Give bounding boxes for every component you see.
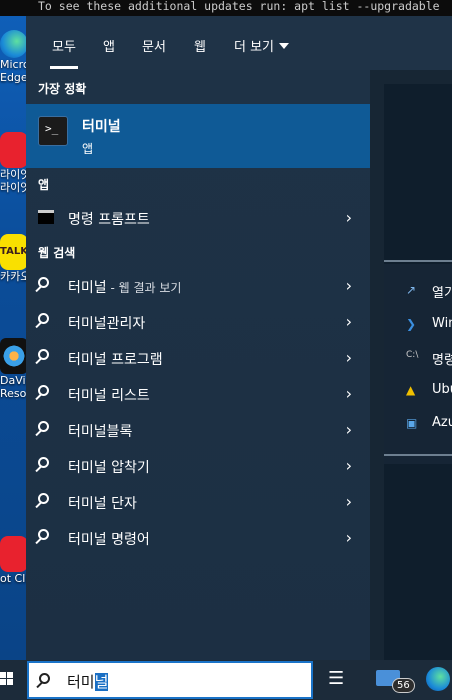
web-result[interactable]: 터미널 프로그램 › bbox=[26, 340, 370, 374]
chevron-right-icon[interactable]: › bbox=[346, 348, 352, 367]
app-label: 명령 프롬프트 bbox=[68, 212, 150, 228]
taskbar: 터미널 ☰ bbox=[0, 660, 452, 700]
action-open[interactable]: ↗ 열기 bbox=[406, 282, 452, 301]
riot-client-icon bbox=[0, 536, 28, 572]
best-match-subtitle: 앱 bbox=[82, 142, 94, 156]
tab-more[interactable]: 더 보기 bbox=[234, 36, 290, 55]
search-icon bbox=[38, 529, 49, 540]
chevron-right-icon[interactable]: › bbox=[346, 492, 352, 511]
search-icon bbox=[38, 421, 49, 432]
web-result[interactable]: 터미널 명령어 › bbox=[26, 520, 370, 554]
web-result-label: 터미널 압착기 bbox=[68, 460, 150, 476]
web-result-label: 터미널 명령어 bbox=[68, 532, 150, 548]
powershell-icon: ❯ bbox=[406, 317, 417, 331]
web-result-label: 터미널관리자 bbox=[68, 316, 146, 332]
azure-cloud-shell-icon: ▣ bbox=[406, 416, 418, 430]
web-result[interactable]: 터미널 단자 › bbox=[26, 484, 370, 518]
cmd-icon bbox=[38, 210, 54, 224]
web-result[interactable]: 터미널 - 웹 결과 보기 › bbox=[26, 268, 370, 302]
best-match-title: 터미널 bbox=[82, 119, 121, 135]
web-result-suffix: - 웹 결과 보기 bbox=[106, 281, 182, 295]
chevron-down-icon bbox=[279, 43, 290, 49]
search-icon bbox=[38, 457, 49, 468]
chevron-right-icon[interactable]: › bbox=[346, 276, 352, 295]
web-result-label: 터미널 bbox=[68, 280, 107, 296]
action-azure[interactable]: ▣ Azu bbox=[406, 415, 452, 430]
search-icon bbox=[39, 673, 50, 684]
edge-icon[interactable] bbox=[426, 667, 450, 691]
kakaotalk-icon: TALK bbox=[0, 234, 28, 270]
tab-more-label: 더 보기 bbox=[234, 40, 275, 55]
divider bbox=[384, 260, 452, 262]
chevron-right-icon[interactable]: › bbox=[346, 208, 352, 227]
chevron-right-icon[interactable]: › bbox=[346, 528, 352, 547]
section-web-search: 웹 검색 bbox=[38, 246, 76, 260]
search-tabs: 모두 앱 문서 웹 더 보기 bbox=[26, 16, 452, 70]
web-result-label: 터미널 리스트 bbox=[68, 388, 150, 404]
section-best-match: 가장 정확 bbox=[38, 82, 87, 96]
davinci-resolve-icon bbox=[0, 338, 28, 374]
best-match-terminal[interactable]: >_ 터미널 앱 bbox=[26, 104, 370, 168]
terminal-output: To see these additional updates run: apt… bbox=[0, 0, 452, 16]
search-query[interactable]: 터미널 bbox=[67, 671, 109, 692]
web-result-label: 터미널 단자 bbox=[68, 496, 137, 512]
terminal-text: To see these additional updates run: apt… bbox=[38, 0, 440, 13]
web-result[interactable]: 터미널관리자 › bbox=[26, 304, 370, 338]
web-result[interactable]: 터미널블록 › bbox=[26, 412, 370, 446]
search-icon bbox=[38, 277, 49, 288]
section-apps: 앱 bbox=[38, 178, 50, 192]
preview-pane: ↗열기 ❯Win C:\명령 ▲Ubu ▣Azu bbox=[370, 70, 452, 662]
mail-badge: 56 bbox=[392, 678, 415, 693]
chevron-right-icon[interactable]: › bbox=[346, 456, 352, 475]
tab-documents[interactable]: 문서 bbox=[142, 36, 166, 55]
taskbar-search-input[interactable]: 터미널 bbox=[27, 661, 313, 699]
chevron-right-icon[interactable]: › bbox=[346, 312, 352, 331]
divider bbox=[384, 454, 452, 456]
web-result[interactable]: 터미널 리스트 › bbox=[26, 376, 370, 410]
search-icon bbox=[38, 385, 49, 396]
action-command-prompt[interactable]: C:\ 명령 bbox=[406, 349, 452, 368]
search-icon bbox=[38, 349, 49, 360]
web-result-label: 터미널 프로그램 bbox=[68, 352, 163, 368]
web-result-label: 터미널블록 bbox=[68, 424, 133, 440]
tab-apps[interactable]: 앱 bbox=[103, 36, 115, 55]
windows-start-icon[interactable] bbox=[0, 672, 13, 686]
results-panel: 가장 정확 >_ 터미널 앱 앱 명령 프롬프트 › 웹 검색 터미널 - 웹 … bbox=[26, 70, 370, 660]
cmd-icon: C:\ bbox=[406, 350, 419, 360]
linux-icon: ▲ bbox=[406, 383, 416, 397]
task-view-icon[interactable]: ☰ bbox=[328, 668, 344, 689]
edge-icon bbox=[0, 30, 28, 58]
search-flyout: 모두 앱 문서 웹 더 보기 가장 정확 >_ 터미널 앱 앱 명령 프롬프트 … bbox=[26, 16, 452, 662]
tab-web[interactable]: 웹 bbox=[194, 36, 206, 55]
search-icon bbox=[38, 313, 49, 324]
app-command-prompt[interactable]: 명령 프롬프트 › bbox=[26, 200, 370, 234]
open-icon: ↗ bbox=[406, 283, 417, 297]
action-powershell[interactable]: ❯Win bbox=[406, 316, 452, 331]
web-result[interactable]: 터미널 압착기 › bbox=[26, 448, 370, 482]
riot-client-icon bbox=[0, 132, 28, 168]
terminal-icon: >_ bbox=[38, 116, 68, 146]
tab-all[interactable]: 모두 bbox=[50, 36, 78, 69]
chevron-right-icon[interactable]: › bbox=[346, 420, 352, 439]
action-ubuntu[interactable]: ▲Ubu bbox=[406, 382, 452, 397]
search-icon bbox=[38, 493, 49, 504]
chevron-right-icon[interactable]: › bbox=[346, 384, 352, 403]
